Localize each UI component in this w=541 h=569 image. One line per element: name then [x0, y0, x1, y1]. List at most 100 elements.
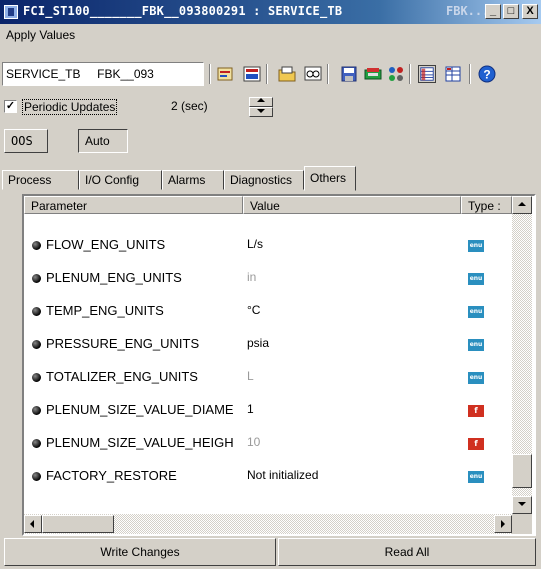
toolbar-separator — [327, 64, 329, 84]
table-row[interactable]: PLENUM_SIZE_VALUE_DIAME 1 f — [24, 392, 512, 425]
scroll-up-button[interactable] — [512, 196, 532, 214]
arrow-right-icon — [501, 520, 509, 528]
parameter-bullet-icon — [32, 307, 41, 316]
tab-alarms[interactable]: Alarms — [162, 170, 224, 190]
edit-all-icon[interactable] — [243, 65, 261, 83]
toolbar-separator — [409, 64, 411, 84]
parameter-value[interactable]: in — [247, 270, 256, 284]
title-bar: FCI_ST100_______FBK__093800291 : SERVICE… — [0, 0, 541, 24]
enum-type-icon: enu — [468, 273, 484, 285]
enum-type-icon: enu — [468, 471, 484, 483]
table-row[interactable]: PLENUM_ENG_UNITS in enu — [24, 260, 512, 293]
block-selector[interactable]: SERVICE_TB FBK__093 — [2, 62, 204, 86]
edit-icon[interactable] — [216, 65, 234, 83]
tab-process[interactable]: Process — [2, 170, 79, 190]
tab-others[interactable]: Others — [304, 166, 356, 191]
parameter-value[interactable]: L/s — [247, 237, 263, 251]
app-icon[interactable] — [4, 5, 18, 19]
table-row[interactable]: TOTALIZER_ENG_UNITS L enu — [24, 359, 512, 392]
tag-icon[interactable] — [387, 65, 405, 83]
parameter-name: FACTORY_RESTORE — [46, 468, 177, 483]
parameter-bullet-icon — [32, 274, 41, 283]
interval-input[interactable]: 2 (sec) — [167, 97, 249, 117]
parameter-bullet-icon — [32, 472, 41, 481]
window-title-suffix: FBK... — [446, 4, 490, 18]
scrollbar-corner — [512, 514, 532, 534]
grid-rows: FLOW_ENG_UNITS L/s enu PLENUM_ENG_UNITS … — [24, 214, 512, 514]
parameter-value[interactable]: 10 — [247, 435, 260, 449]
parameter-name: PLENUM_SIZE_VALUE_DIAME — [46, 402, 234, 417]
periodic-updates-checkbox[interactable]: ✓ — [4, 100, 17, 113]
parameter-value[interactable]: psia — [247, 336, 269, 350]
parameter-grid: Parameter Value Type : FLOW_ENG_UNITS L/… — [22, 194, 536, 536]
oos-button[interactable]: OOS — [4, 129, 48, 153]
menu-bar: Apply Values — [0, 26, 75, 44]
table-row[interactable]: TEMP_ENG_UNITS °C enu — [24, 293, 512, 326]
scroll-right-button[interactable] — [494, 515, 512, 533]
table-row[interactable]: FACTORY_RESTORE Not initialized enu — [24, 458, 512, 491]
write-changes-button[interactable]: Write Changes — [4, 538, 276, 566]
arrow-up-icon — [518, 198, 526, 206]
maximize-button[interactable]: □ — [503, 4, 519, 19]
horizontal-scroll-thumb[interactable] — [42, 515, 114, 533]
toolbar-separator — [209, 64, 211, 84]
enum-type-icon: enu — [468, 306, 484, 318]
parameter-name: PRESSURE_ENG_UNITS — [46, 336, 200, 351]
parameter-name: PLENUM_ENG_UNITS — [46, 270, 182, 285]
enum-type-icon: enu — [468, 372, 484, 384]
menu-apply-values[interactable]: Apply Values — [6, 28, 75, 42]
tab-diagnostics[interactable]: Diagnostics — [224, 170, 304, 190]
header-parameter[interactable]: Parameter — [24, 196, 243, 214]
arrow-left-icon — [26, 520, 34, 528]
spinner-down-button[interactable] — [249, 107, 273, 117]
enum-type-icon: enu — [468, 339, 484, 351]
parameter-bullet-icon — [32, 373, 41, 382]
arrow-up-icon — [257, 94, 265, 102]
grid-icon[interactable] — [444, 65, 462, 83]
interval-spinner[interactable] — [249, 97, 273, 117]
table-row[interactable]: PLENUM_SIZE_VALUE_HEIGH 10 f — [24, 425, 512, 458]
view-icon[interactable] — [304, 65, 322, 83]
float-type-icon: f — [468, 405, 484, 417]
read-all-button[interactable]: Read All — [278, 538, 536, 566]
parameter-name: PLENUM_SIZE_VALUE_HEIGH — [46, 435, 234, 450]
svg-text:?: ? — [483, 68, 490, 82]
parameter-value[interactable]: 1 — [247, 402, 254, 416]
minimize-button[interactable]: _ — [485, 4, 501, 19]
spinner-up-button[interactable] — [249, 97, 273, 107]
arrow-down-icon — [257, 109, 265, 117]
close-button[interactable]: X — [522, 4, 538, 19]
table-icon[interactable] — [418, 65, 436, 83]
save-icon[interactable] — [340, 65, 358, 83]
parameter-value[interactable]: Not initialized — [247, 468, 318, 482]
scroll-down-button[interactable] — [512, 496, 532, 514]
help-icon[interactable]: ? — [478, 65, 496, 83]
folder-icon[interactable] — [278, 65, 296, 83]
table-row[interactable]: PRESSURE_ENG_UNITS psia enu — [24, 326, 512, 359]
device-icon[interactable] — [364, 65, 382, 83]
header-value[interactable]: Value — [243, 196, 461, 214]
parameter-name: FLOW_ENG_UNITS — [46, 237, 166, 252]
toolbar-separator — [469, 64, 471, 84]
table-row[interactable]: FLOW_ENG_UNITS L/s enu — [24, 227, 512, 260]
auto-button[interactable]: Auto — [78, 129, 128, 153]
parameter-bullet-icon — [32, 241, 41, 250]
toolbar-separator — [266, 64, 268, 84]
parameter-bullet-icon — [32, 340, 41, 349]
parameter-value[interactable]: °C — [247, 303, 260, 317]
enum-type-icon: enu — [468, 240, 484, 252]
window-title: FCI_ST100_______FBK__093800291 : SERVICE… — [23, 4, 343, 18]
vertical-scrollbar[interactable] — [512, 196, 532, 514]
tab-io-config[interactable]: I/O Config — [79, 170, 162, 190]
header-type[interactable]: Type : — [461, 196, 512, 214]
float-type-icon: f — [468, 438, 484, 450]
parameter-bullet-icon — [32, 406, 41, 415]
toolbar: SERVICE_TB FBK__093 ? — [0, 62, 541, 86]
grid-header: Parameter Value Type : — [24, 196, 512, 214]
scroll-left-button[interactable] — [24, 515, 42, 533]
vertical-scroll-thumb[interactable] — [512, 454, 532, 488]
periodic-updates-label[interactable]: Periodic Updates — [22, 99, 118, 115]
horizontal-scrollbar[interactable] — [24, 514, 512, 534]
arrow-down-icon — [518, 502, 526, 510]
parameter-value[interactable]: L — [247, 369, 254, 383]
